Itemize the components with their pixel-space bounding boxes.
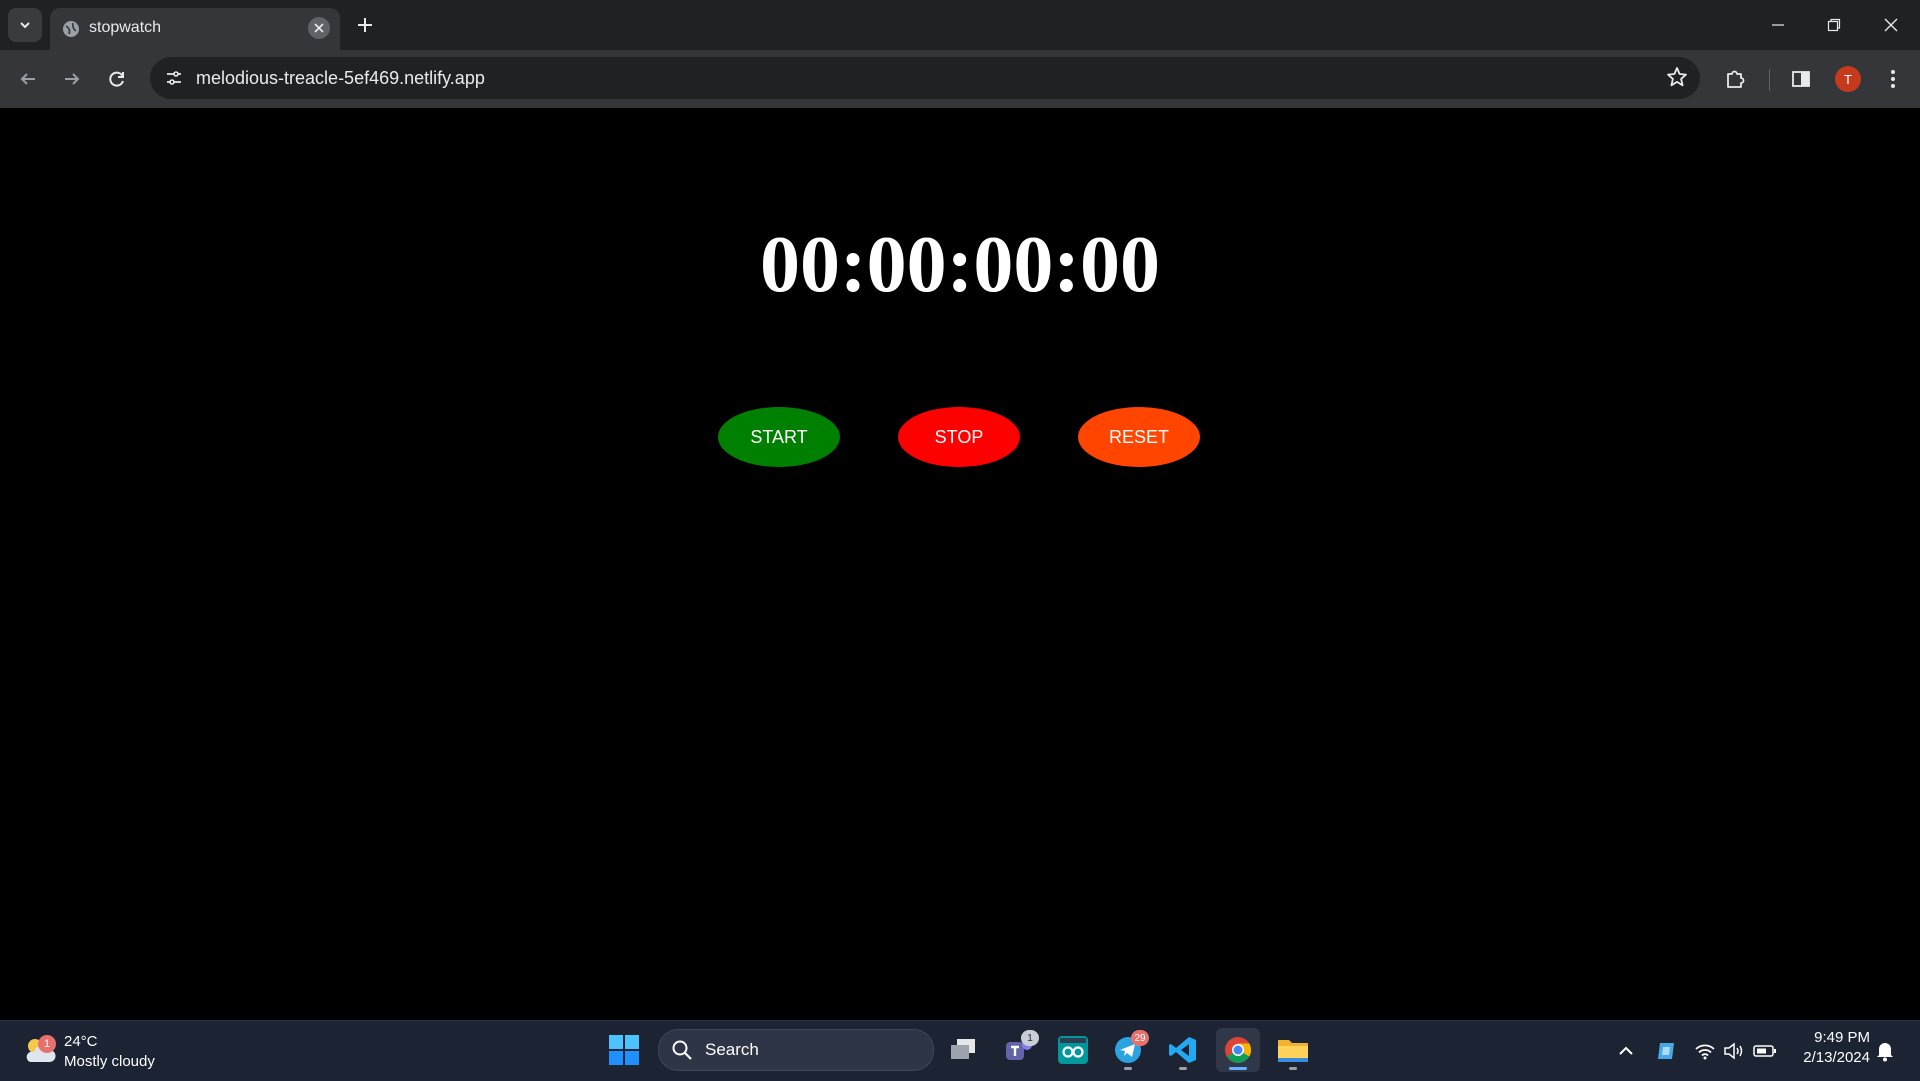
close-icon [1884,18,1898,32]
forward-button[interactable] [55,62,89,96]
defender-icon [1658,1043,1674,1059]
new-tab-button[interactable] [352,12,378,38]
running-indicator [1289,1067,1297,1070]
clock-date: 2/13/2024 [1803,1049,1870,1066]
toolbar-divider [1769,69,1770,91]
start-button[interactable]: START [718,407,840,467]
search-icon [671,1039,693,1066]
globe-icon [62,20,80,43]
reset-button[interactable]: RESET [1078,407,1200,467]
more-vertical-icon [1891,70,1895,88]
side-panel-button[interactable] [1784,62,1818,96]
stop-button[interactable]: STOP [898,407,1020,467]
tray-app-icon[interactable] [1654,1039,1678,1063]
telegram-badge: 29 [1131,1030,1149,1046]
browser-menu-button[interactable] [1876,62,1910,96]
restore-icon [1827,18,1841,32]
back-button[interactable] [11,62,45,96]
site-info-icon[interactable] [160,64,188,92]
arrow-right-icon [65,73,80,85]
running-indicator [1179,1067,1187,1070]
file-explorer-app[interactable] [1271,1028,1315,1072]
arduino-app[interactable] [1051,1028,1095,1072]
browser-titlebar: stopwatch [0,0,1920,50]
minimize-icon [1772,24,1784,26]
teams-badge: 1 [1021,1030,1039,1046]
chevron-up-icon [1619,1046,1633,1055]
profile-avatar[interactable]: T [1835,66,1861,92]
task-view-icon [951,1039,975,1059]
puzzle-icon [1727,70,1745,88]
active-indicator [1229,1067,1247,1070]
stopwatch-display: 00:00:00:00 [760,221,1160,309]
weather-badge: 1 [38,1035,56,1053]
battery-icon[interactable] [1753,1039,1777,1063]
task-view-button[interactable] [941,1028,985,1072]
show-hidden-icons-button[interactable] [1614,1039,1638,1063]
browser-toolbar: melodious-treacle-5ef469.netlify.app [0,50,1920,108]
taskbar-clock[interactable]: 9:49 PM 2/13/2024 [1790,1028,1870,1068]
teams-app[interactable]: 1 [996,1028,1040,1072]
weather-widget[interactable]: 1 24°C Mostly cloudy [20,1029,170,1073]
volume-icon[interactable] [1722,1039,1746,1063]
restore-button[interactable] [1814,8,1854,42]
chrome-app[interactable] [1216,1028,1260,1072]
reload-icon [109,71,124,87]
extensions-button[interactable] [1718,62,1752,96]
weather-temperature: 24°C [64,1033,98,1050]
url-text: melodious-treacle-5ef469.netlify.app [196,68,485,88]
vscode-icon [1169,1037,1196,1063]
folder-icon [1278,1040,1308,1062]
chevron-down-icon [20,22,30,29]
notifications-icon[interactable] [1873,1039,1897,1063]
vscode-app[interactable] [1161,1028,1205,1072]
search-label: Search [705,1040,759,1059]
close-window-button[interactable] [1871,8,1911,42]
minimize-button[interactable] [1758,8,1798,42]
clock-time: 9:49 PM [1814,1029,1870,1046]
wifi-icon[interactable] [1693,1039,1717,1063]
address-bar[interactable]: melodious-treacle-5ef469.netlify.app [150,57,1700,99]
side-panel-icon [1792,71,1810,87]
tab-search-button[interactable] [8,8,42,42]
plus-icon [358,18,372,32]
bookmark-star-icon[interactable] [1666,66,1688,93]
page-viewport: 00:00:00:00 START STOP RESET [0,108,1920,1020]
taskbar-search[interactable]: Search [658,1029,934,1071]
chrome-icon [1225,1037,1252,1063]
tab-title: stopwatch [89,19,162,36]
arrow-left-icon [20,73,35,85]
browser-tab-stopwatch[interactable]: stopwatch [50,8,340,50]
close-tab-icon[interactable] [308,17,330,39]
arduino-icon [1058,1036,1088,1064]
running-indicator [1124,1067,1132,1070]
telegram-app[interactable]: 29 [1106,1028,1150,1072]
weather-condition: Mostly cloudy [64,1053,155,1070]
windows-start-button[interactable] [608,1034,640,1066]
windows-logo-icon [609,1035,639,1065]
reload-button[interactable] [100,62,134,96]
